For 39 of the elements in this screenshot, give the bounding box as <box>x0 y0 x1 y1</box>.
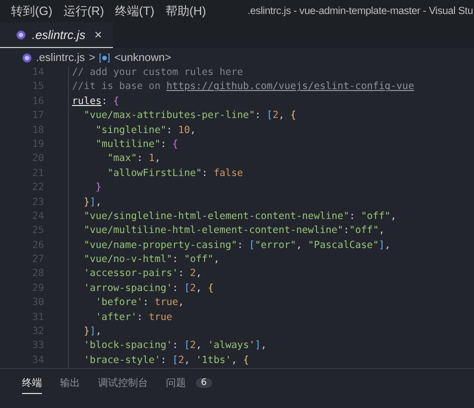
code-line: 'accessor-pairs': 2, <box>68 267 202 282</box>
code-line: 'arrow-spacing': [2, { <box>68 282 214 296</box>
code-line: "multiline": { <box>68 138 178 152</box>
file-dot-icon <box>16 30 26 40</box>
code-line: "singleline": 10, <box>68 124 196 138</box>
code-line: 'after': true <box>68 310 172 326</box>
panel-tab[interactable]: 调试控制台 <box>98 376 148 390</box>
menu-item[interactable]: 终端(T) <box>115 2 154 20</box>
code-line: "vue/no-v-html": "off", <box>68 253 220 268</box>
window-title: .eslintrc.js - vue-admin-template-master - Visual Stu <box>247 6 474 16</box>
code-line: //it is base on https://github.com/vuejs/eslint-config-vue <box>68 80 414 95</box>
code-line: }], <box>68 196 102 210</box>
code-line: rules: { <box>68 94 120 110</box>
panel-tab[interactable]: 输出 <box>60 376 80 390</box>
code-line: "vue/singleline-html-element-content-newline": "off", <box>68 210 396 224</box>
symbol-icon <box>99 53 110 63</box>
count-badge: 6 <box>196 378 212 388</box>
code-line: "allowFirstLine": false <box>68 166 244 182</box>
menu-item[interactable]: 转到(G) <box>11 2 52 20</box>
url-link[interactable]: https://github.com/vuejs/eslint-config-vue <box>166 81 414 92</box>
menu-item[interactable]: 运行(R) <box>63 2 104 20</box>
editor-tab[interactable]: .eslintrc.js × <box>0 22 113 48</box>
close-icon[interactable]: × <box>91 27 105 42</box>
code-line: 'block-spacing': [2, 'always'], <box>68 339 267 354</box>
panel-tab[interactable]: 终端 <box>22 376 42 390</box>
code-line: "vue/multiline-html-element-content-newline":"off", <box>68 224 385 239</box>
breadcrumb-item[interactable]: .eslintrc.js <box>36 52 85 64</box>
code-line: }], <box>68 325 102 340</box>
panel-tab[interactable]: 问题 <box>166 376 186 390</box>
code-line: "vue/max-attributes-per-line": [2, { <box>68 109 296 124</box>
breadcrumb-item[interactable]: <unknown> <box>114 52 172 64</box>
code-line: "vue/name-property-casing": ["error", "PascalCase"], <box>68 238 391 254</box>
code-line: // add your custom rules here <box>68 66 244 80</box>
code-line: } <box>68 181 102 196</box>
menu-item[interactable]: 帮助(H) <box>165 2 206 20</box>
code-line: "max": 1, <box>68 152 160 167</box>
code-line: 'before': true, <box>68 296 184 311</box>
breadcrumb-separator: > <box>88 52 96 64</box>
file-dot-icon <box>22 53 32 63</box>
